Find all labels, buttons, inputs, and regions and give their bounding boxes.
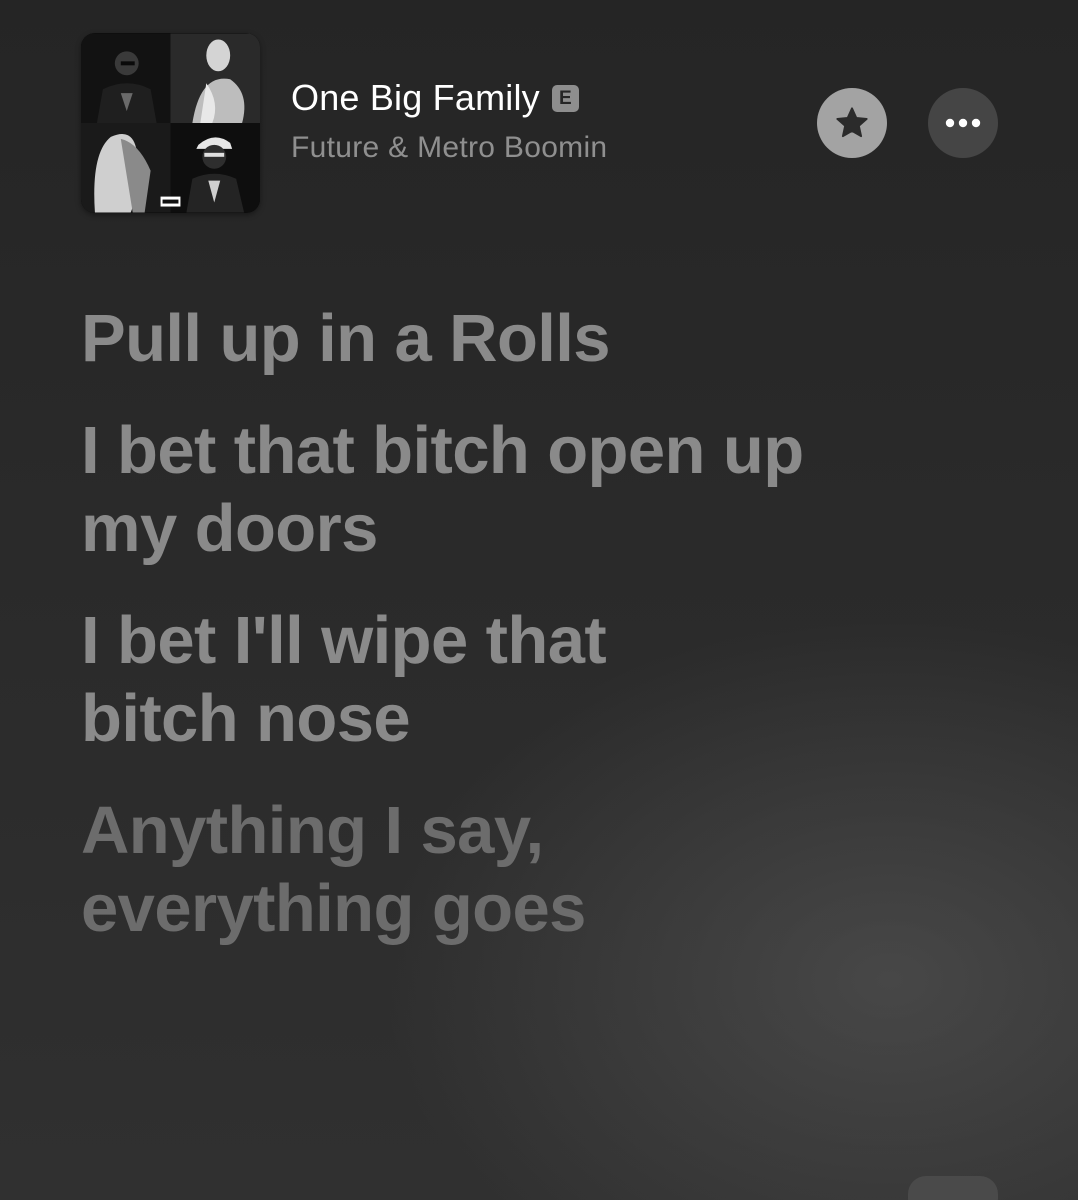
lyrics-panel[interactable]: Pull up in a Rolls I bet that bitch open… (81, 300, 981, 948)
lyrics-screen: One Big Family E Future & Metro Boomin P… (0, 0, 1078, 1200)
album-artwork-image (81, 33, 260, 213)
star-icon (834, 105, 870, 141)
song-title[interactable]: One Big Family (291, 77, 540, 119)
lyric-line[interactable]: I bet I'll wipe that bitch nose (81, 602, 981, 758)
bottom-control-button[interactable] (908, 1176, 998, 1200)
explicit-badge: E (551, 84, 579, 112)
artist-name[interactable]: Future & Metro Boomin (291, 131, 607, 165)
lyric-line[interactable]: Pull up in a Rolls (81, 300, 981, 378)
lyric-line[interactable]: I bet that bitch open up my doors (81, 412, 981, 568)
lyric-line[interactable]: Anything I say, everything goes (81, 792, 981, 948)
album-artwork[interactable] (81, 33, 260, 213)
more-options-button[interactable] (928, 88, 998, 158)
favorite-button[interactable] (817, 88, 887, 158)
ellipsis-icon (943, 117, 983, 129)
song-title-row: One Big Family E (291, 76, 579, 120)
